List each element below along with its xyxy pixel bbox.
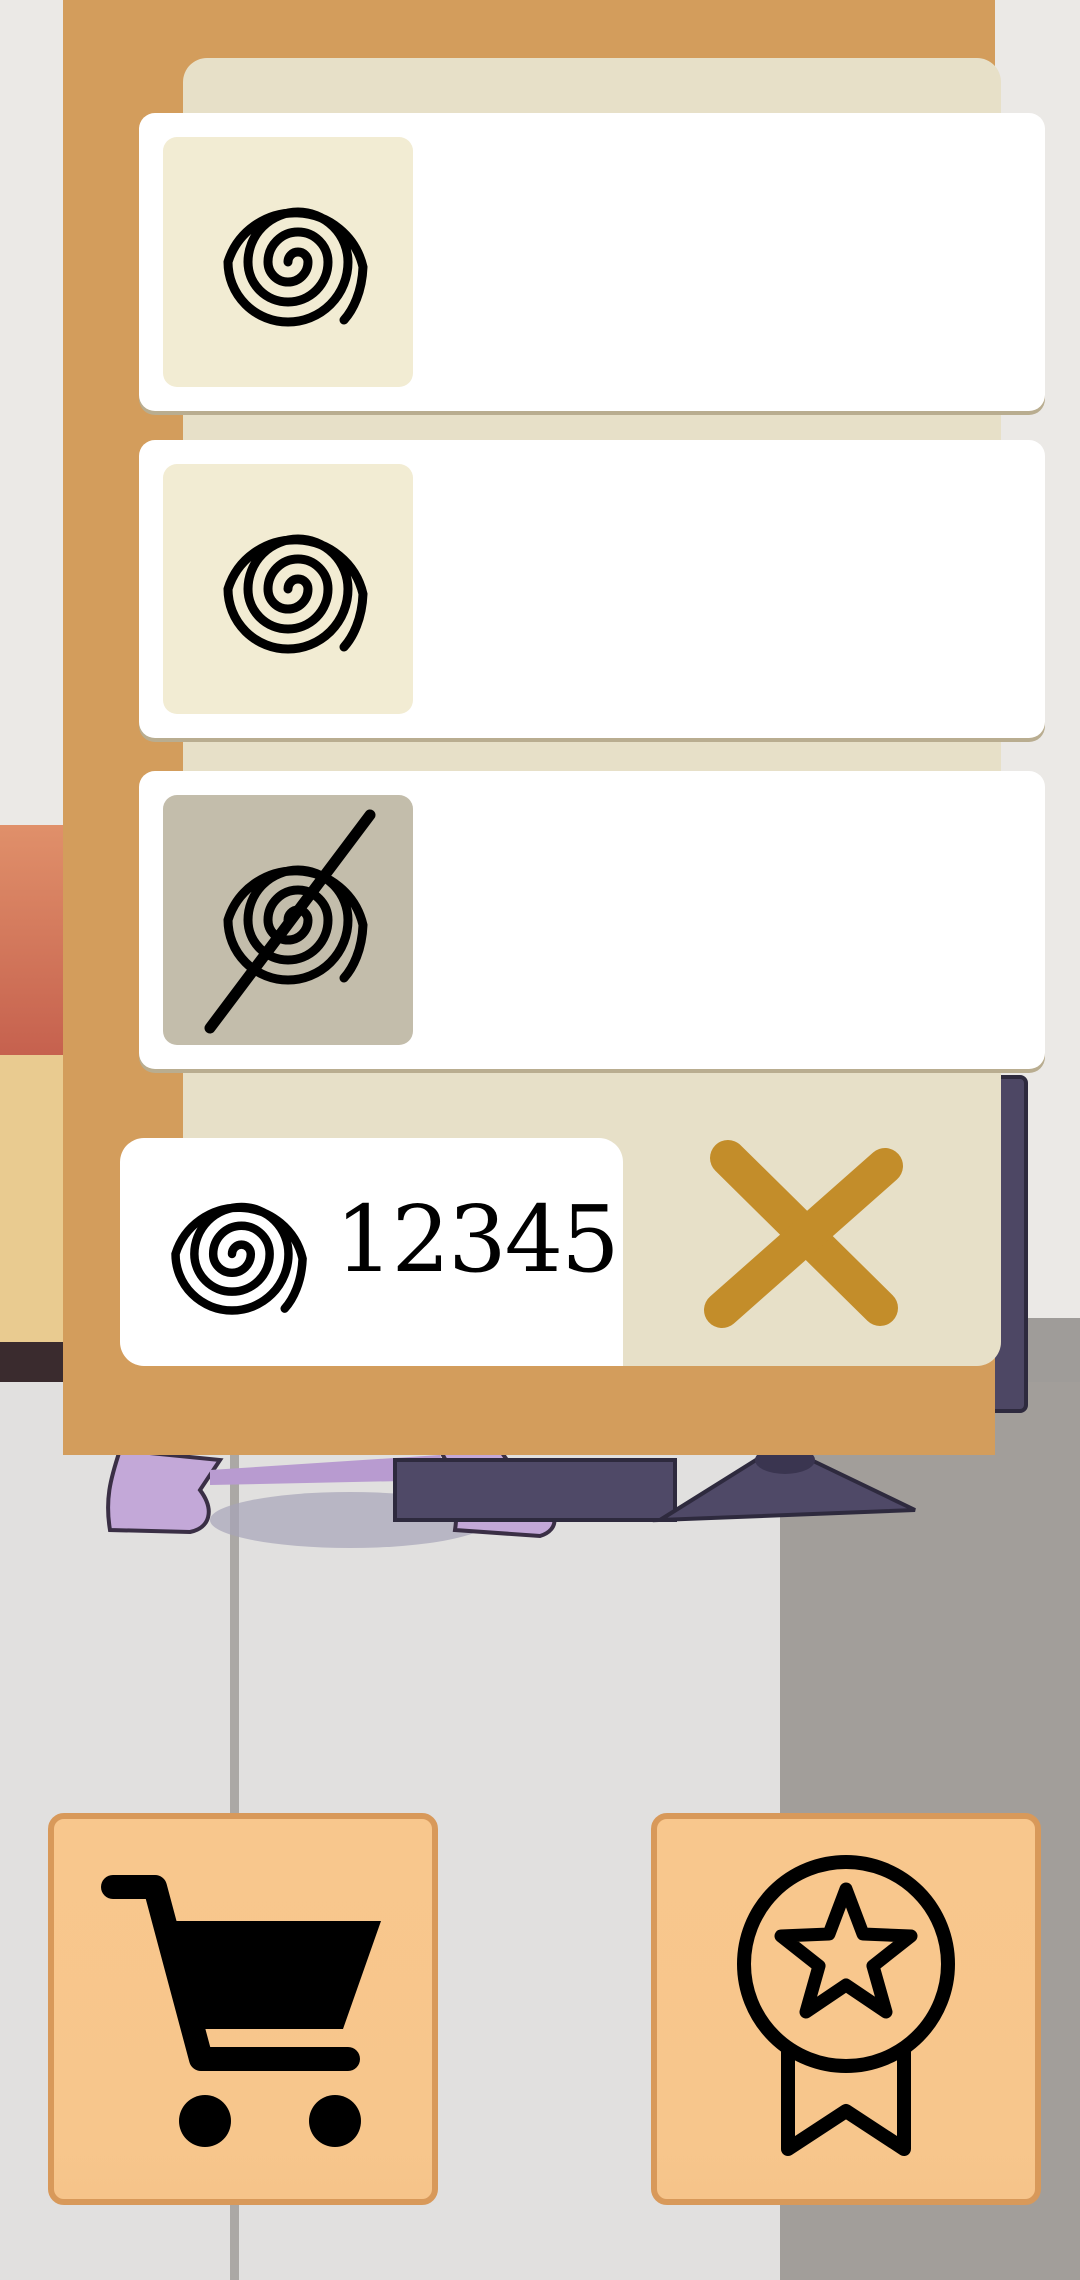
upgrade-item-2[interactable]: [139, 440, 1045, 738]
upgrade-item-1[interactable]: [139, 113, 1045, 411]
currency-value: 12345: [335, 1186, 620, 1293]
close-icon: [704, 1140, 903, 1328]
spiral-icon: [223, 534, 368, 654]
shopping-cart-icon: [101, 1875, 381, 2147]
spiral-crossed-icon: [204, 809, 376, 1034]
shop-button[interactable]: [48, 1813, 438, 2205]
item-icon-frame: [163, 137, 413, 387]
spiral-icon: [223, 207, 368, 327]
item-icon-frame-locked: [163, 795, 413, 1045]
background-wall-panel: [0, 825, 70, 1055]
item-icon-frame: [163, 464, 413, 714]
upgrade-item-3-locked[interactable]: [139, 771, 1045, 1069]
background-baseboard: [0, 1342, 70, 1382]
award-ribbon-icon: [737, 1855, 955, 2156]
spiral-icon: [171, 1202, 307, 1315]
currency-display: 12345: [120, 1138, 623, 1366]
close-button[interactable]: [690, 1128, 920, 1348]
background-wall-panel-lower: [0, 1055, 70, 1345]
achievements-button[interactable]: [651, 1813, 1041, 2205]
